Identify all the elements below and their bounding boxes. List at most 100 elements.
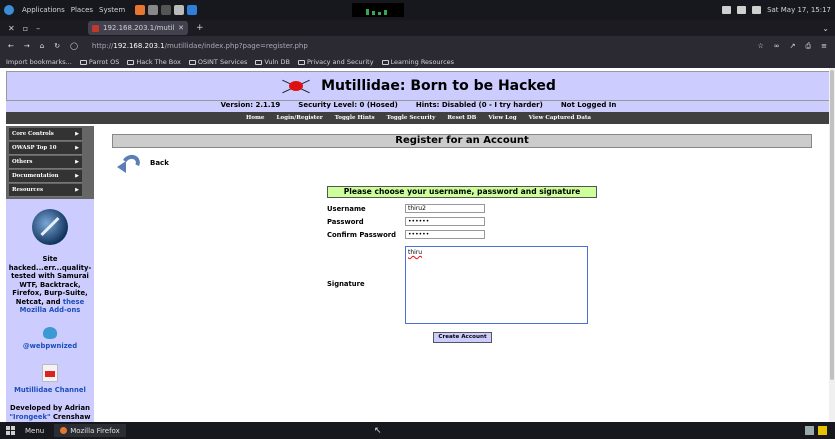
signature-label: Signature <box>327 280 365 288</box>
account-icon[interactable]: ⎙ <box>806 42 812 51</box>
system-monitor-graph <box>352 3 404 17</box>
tab-title: 192.168.203.1/mutillidae <box>103 24 174 32</box>
nav-home[interactable]: Home <box>246 115 265 121</box>
folder-icon <box>381 59 389 65</box>
close-window-icon[interactable]: ✕ <box>8 24 15 33</box>
new-tab-icon[interactable]: + <box>196 23 204 33</box>
bookmark-osint[interactable]: OSINT Services <box>188 58 247 66</box>
page-scrollbar[interactable] <box>829 68 835 422</box>
side-menu-documentation[interactable]: Documentation ▶ <box>9 170 82 183</box>
nav-reset-db[interactable]: Reset DB <box>447 115 476 121</box>
url-bar[interactable]: http://192.168.203.1/mutillidae/index.ph… <box>92 42 308 50</box>
sidebar: Core Controls ▶ OWASP Top 10 ▶ Others ▶ Doc… <box>6 126 94 422</box>
vscode-launcher-icon[interactable] <box>187 5 198 15</box>
bookmark-hack-the-box[interactable]: Hack The Box <box>127 58 181 66</box>
clock[interactable]: Sat May 17, 15:17 <box>767 6 831 14</box>
back-link[interactable]: Back <box>116 152 169 174</box>
security-level-text: Security Level: 0 (Hosed) <box>298 101 398 109</box>
tray-app-icon[interactable] <box>805 426 814 435</box>
samurai-logo-icon[interactable] <box>32 209 68 245</box>
password-field[interactable]: •••••• <box>405 217 485 226</box>
close-tab-icon[interactable]: ✕ <box>178 24 184 32</box>
bookmark-learning[interactable]: Learning Resources <box>381 58 454 66</box>
side-menu-others[interactable]: Others ▶ <box>9 156 82 169</box>
tools-icon[interactable]: ↗ <box>790 42 796 51</box>
scrollbar-thumb[interactable] <box>830 70 834 380</box>
create-account-button[interactable]: Create Account <box>433 332 492 343</box>
bookmark-privacy[interactable]: Privacy and Security <box>297 58 374 66</box>
home-icon[interactable]: ⌂ <box>40 42 44 50</box>
applications-menu[interactable]: Applications <box>22 6 65 14</box>
minimize-window-icon[interactable]: – <box>36 24 40 33</box>
app-menu-icon[interactable]: ≡ <box>821 42 827 51</box>
register-form: Please choose your username, password an… <box>327 186 597 343</box>
back-arrow-icon[interactable] <box>116 152 143 174</box>
nav-toggle-hints[interactable]: Toggle Hints <box>335 115 375 121</box>
side-menu-core-controls[interactable]: Core Controls ▶ <box>9 128 82 141</box>
irongeek-link[interactable]: "Irongeek" <box>10 413 51 421</box>
folder-icon <box>255 59 263 65</box>
bookmarks-toolbar: Import bookmarks... Parrot OS Hack The B… <box>0 56 835 68</box>
network-icon[interactable] <box>737 6 747 14</box>
side-promo-text: Site hacked...err...quality-tested with … <box>8 255 92 314</box>
back-label[interactable]: Back <box>150 159 169 167</box>
page-viewport: Mutillidae: Born to be Hacked Version: 2… <box>0 68 829 422</box>
tab-list-chevron-icon[interactable]: ⌄ <box>822 24 829 33</box>
bookmark-star-icon[interactable]: ☆ <box>758 42 764 51</box>
editor-launcher-icon[interactable] <box>174 5 185 15</box>
bookmark-import[interactable]: Import bookmarks... <box>6 58 72 66</box>
system-menu[interactable]: System <box>99 6 125 14</box>
version-text: Version: 2.1.19 <box>220 101 281 109</box>
page-title: Register for an Account <box>112 134 812 148</box>
arrow-right-icon: ▶ <box>75 159 79 165</box>
os-taskbar: Menu Mozilla Firefox ↖ <box>0 422 835 439</box>
folder-icon <box>127 59 135 65</box>
arrow-right-icon: ▶ <box>75 187 79 193</box>
password-label: Password <box>327 218 364 226</box>
shield-icon[interactable]: ◯ <box>70 42 78 50</box>
status-bar: Version: 2.1.19 Security Level: 0 (Hosed… <box>6 101 829 112</box>
reload-icon[interactable]: ↻ <box>54 42 60 50</box>
tray-notes-icon[interactable] <box>818 426 827 435</box>
bookmark-parrot-os[interactable]: Parrot OS <box>79 58 119 66</box>
nav-view-log[interactable]: View Log <box>488 115 516 121</box>
username-field[interactable]: thiru2 <box>405 204 485 213</box>
folder-icon <box>79 59 87 65</box>
terminal-launcher-icon[interactable] <box>161 5 172 15</box>
bug-logo-icon <box>281 79 311 94</box>
menu-grid-icon[interactable] <box>6 426 15 435</box>
signature-textarea[interactable]: thiru <box>405 246 588 324</box>
arrow-right-icon: ▶ <box>75 173 79 179</box>
extension-icon[interactable]: ∞ <box>774 42 780 51</box>
volume-icon[interactable] <box>722 6 732 14</box>
side-menu-owasp-top-10[interactable]: OWASP Top 10 ▶ <box>9 142 82 155</box>
arrow-right-icon: ▶ <box>75 145 79 151</box>
username-label: Username <box>327 205 366 213</box>
taskbar-menu-button[interactable]: Menu <box>25 427 44 435</box>
browser-nav-bar: ← → ⌂ ↻ ◯ http://192.168.203.1/mutillida… <box>0 36 835 56</box>
side-menu-resources[interactable]: Resources ▶ <box>9 184 82 197</box>
folder-icon <box>188 59 196 65</box>
os-top-panel: Applications Places System Sat May 17, 1… <box>0 0 835 20</box>
firefox-launcher-icon[interactable] <box>135 5 146 15</box>
twitter-handle-link[interactable]: @webpwnized <box>6 342 94 350</box>
taskbar-firefox-task[interactable]: Mozilla Firefox <box>54 424 126 437</box>
restore-window-icon[interactable]: ▫ <box>23 24 28 33</box>
parrot-logo-icon[interactable] <box>4 5 14 15</box>
youtube-channel-link[interactable]: Mutillidae Channel <box>6 386 94 395</box>
site-title: Mutillidae: Born to be Hacked <box>321 78 556 94</box>
browser-tab[interactable]: 192.168.203.1/mutillidae ✕ <box>88 21 188 35</box>
nav-view-captured-data[interactable]: View Captured Data <box>529 115 591 121</box>
confirm-password-field[interactable]: •••••• <box>405 230 485 239</box>
files-launcher-icon[interactable] <box>148 5 159 15</box>
youtube-icon[interactable] <box>42 363 58 382</box>
forward-arrow-icon[interactable]: → <box>24 42 30 50</box>
nav-toggle-security[interactable]: Toggle Security <box>387 115 436 121</box>
battery-icon[interactable] <box>752 6 762 14</box>
bookmark-vuln-db[interactable]: Vuln DB <box>255 58 290 66</box>
back-arrow-icon[interactable]: ← <box>8 42 14 50</box>
places-menu[interactable]: Places <box>71 6 93 14</box>
twitter-icon[interactable] <box>43 326 57 339</box>
nav-login-register[interactable]: Login/Register <box>276 115 322 121</box>
mutillidae-favicon-icon <box>92 24 99 32</box>
